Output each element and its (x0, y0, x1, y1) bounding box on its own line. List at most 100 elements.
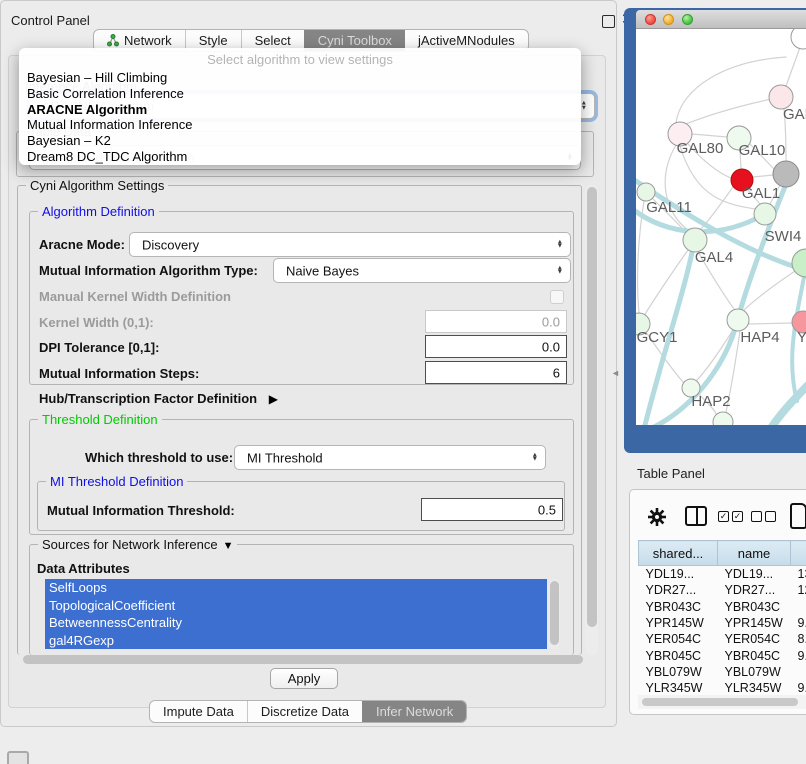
network-node-swi4[interactable] (792, 249, 806, 277)
column-header[interactable]: shared... (639, 541, 718, 566)
dpi-tolerance-label: DPI Tolerance [0,1]: (39, 340, 159, 355)
network-node-hap4[interactable] (727, 309, 749, 331)
control-panel-title: Control Panel (11, 13, 90, 28)
minimize-traffic-icon[interactable] (663, 14, 674, 25)
network-edge (760, 381, 806, 425)
gear-icon[interactable] (647, 507, 667, 527)
attribute-item[interactable]: TopologicalCoefficient (45, 597, 547, 615)
network-edge (753, 175, 773, 177)
mi-type-label: Mutual Information Algorithm Type: (39, 263, 258, 278)
panel-splitter-arrow[interactable]: ◄ (611, 368, 620, 378)
node-label: GAL1 (742, 185, 780, 202)
node-label: GAL (783, 106, 806, 123)
node-label: HAP4 (740, 329, 779, 346)
spinner-icon (581, 101, 587, 110)
table-row[interactable]: YBR043CYBR043C (639, 599, 806, 615)
network-edge (683, 97, 781, 125)
settings-horizontal-scrollbar[interactable] (23, 655, 583, 664)
attributes-scrollbar[interactable] (548, 579, 560, 649)
float-window-icon[interactable] (602, 15, 615, 28)
algorithm-option[interactable]: Dream8 DC_TDC Algorithm (19, 149, 581, 165)
node-label: GAL10 (739, 142, 786, 159)
node-label: SWI4 (765, 228, 802, 245)
network-canvas[interactable]: GALGAL80GAL10GAL1GAL11GAL4SWI4HAP4YGCY1H… (636, 29, 806, 425)
deselect-all-checkbox-icon2[interactable] (765, 511, 776, 522)
hub-definition-expander[interactable]: Hub/Transcription Factor Definition (39, 391, 278, 406)
column-layout-icon[interactable] (685, 506, 707, 526)
data-attributes-list[interactable]: SelfLoopsTopologicalCoefficientBetweenne… (45, 579, 547, 649)
node-label: GAL4 (695, 249, 733, 266)
network-icon (107, 34, 119, 47)
attribute-item[interactable]: BetweennessCentrality (45, 614, 547, 632)
table-row[interactable]: YER054CYER054C8. (639, 631, 806, 647)
mi-steps-field[interactable]: 6 (425, 361, 567, 384)
aracne-mode-select[interactable]: Discovery (129, 232, 571, 257)
algorithm-option[interactable]: Bayesian – K2 (19, 133, 581, 149)
aracne-mode-label: Aracne Mode: (39, 237, 125, 252)
network-node[interactable] (791, 29, 806, 49)
network-graph: GALGAL80GAL10GAL1GAL11GAL4SWI4HAP4YGCY1H… (636, 29, 806, 425)
table-row[interactable]: YDR27...YDR27...12 (639, 582, 806, 598)
table-header-row: shared...nameA (639, 541, 806, 566)
apply-button[interactable]: Apply (270, 668, 338, 689)
network-edge (676, 57, 786, 123)
close-traffic-icon[interactable] (645, 14, 656, 25)
desktop: { "window": { "title": "Control Panel" }… (0, 0, 806, 762)
column-header[interactable]: name (718, 541, 791, 566)
network-node[interactable] (754, 203, 776, 225)
algorithm-option[interactable]: Bayesian – Hill Climbing (19, 70, 581, 86)
algorithm-option[interactable]: Mutual Information Inference (19, 117, 581, 133)
tab-infer-network[interactable]: Infer Network (362, 701, 466, 722)
node-table[interactable]: shared...nameAYDL19...YDL19...13YDR27...… (638, 540, 806, 713)
tab-impute-data[interactable]: Impute Data (150, 701, 247, 722)
which-threshold-select[interactable]: MI Threshold (234, 445, 546, 470)
table-panel-title: Table Panel (637, 466, 705, 481)
kernel-width-label: Kernel Width (0,1): (39, 315, 154, 330)
network-edge (692, 134, 727, 137)
deselect-all-checkbox-icon[interactable] (751, 511, 762, 522)
dropdown-prompt: Select algorithm to view settings (19, 48, 581, 70)
manual-kernel-checkbox[interactable] (550, 290, 564, 304)
cyni-mode-tabs: Impute DataDiscretize DataInfer Network (149, 700, 467, 723)
network-edge (644, 250, 688, 316)
mi-threshold-label: Mutual Information Threshold: (47, 503, 235, 518)
node-label: GCY1 (637, 329, 678, 346)
table-row[interactable]: YBR045CYBR045C9. (639, 647, 806, 663)
mi-type-select[interactable]: Naive Bayes (273, 258, 571, 283)
algorithm-option[interactable]: ARACNE Algorithm (19, 102, 581, 118)
new-table-icon[interactable] (790, 503, 806, 529)
settings-vertical-scrollbar[interactable] (585, 185, 598, 655)
dpi-tolerance-field[interactable]: 0.0 (425, 335, 567, 358)
node-label: GAL11 (646, 199, 692, 216)
table-hscroll-track[interactable] (638, 695, 806, 709)
mi-threshold-field[interactable]: 0.5 (421, 498, 563, 521)
zoom-traffic-icon[interactable] (682, 14, 693, 25)
network-node[interactable] (773, 161, 799, 187)
attribute-item[interactable]: SelfLoops (45, 579, 547, 597)
data-attributes-label: Data Attributes (37, 561, 130, 576)
select-all-checkbox-icon[interactable] (718, 511, 729, 522)
control-panel-window: Control Panel ✕ NetworkStyleSelectCyni T… (0, 0, 617, 727)
tab-discretize-data[interactable]: Discretize Data (247, 701, 362, 722)
table-row[interactable]: YPR145WYPR145W9. (639, 615, 806, 631)
attribute-item[interactable]: gal4RGexp (45, 632, 547, 650)
network-window-titlebar[interactable] (636, 10, 806, 29)
kernel-width-field[interactable]: 0.0 (425, 310, 567, 333)
network-edge (749, 323, 792, 324)
table-row[interactable]: YLR345WYLR345W9. (639, 680, 806, 696)
float-panel-icon[interactable] (7, 751, 29, 764)
select-all-checkbox-icon2[interactable] (732, 511, 743, 522)
table-row[interactable]: YDL19...YDL19...13 (639, 566, 806, 583)
spinner-icon (532, 453, 538, 462)
node-label: GAL80 (677, 140, 724, 157)
mi-steps-label: Mutual Information Steps: (39, 366, 199, 381)
node-label: Y (797, 329, 806, 346)
algorithm-dropdown-popup: Select algorithm to view settings Bayesi… (19, 48, 581, 165)
table-panel: shared...nameAYDL19...YDL19...13YDR27...… (629, 489, 806, 715)
algorithm-option[interactable]: Basic Correlation Inference (19, 86, 581, 102)
spinner-icon (557, 266, 563, 275)
column-header[interactable]: A (791, 541, 806, 566)
algorithm-list: Bayesian – Hill ClimbingBasic Correlatio… (19, 70, 581, 165)
table-row[interactable]: YBL079WYBL079W (639, 664, 806, 680)
sources-collapse-icon[interactable]: Sources for Network Inference (38, 537, 237, 552)
